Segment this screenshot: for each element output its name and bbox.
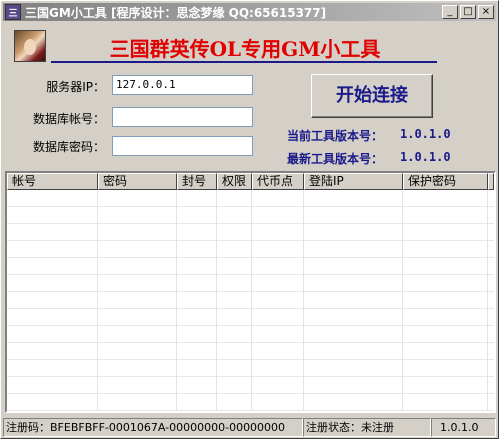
column-header-permission[interactable]: 权限 xyxy=(217,173,252,190)
column-header-ban[interactable]: 封号 xyxy=(177,173,217,190)
account-table[interactable]: 帐号 密码 封号 权限 代币点 登陆IP 保护密码 xyxy=(5,171,496,413)
window-controls: _ □ × xyxy=(440,5,494,19)
column-divider xyxy=(97,190,98,411)
title-bar[interactable]: 三 三国GM小工具 [程序设计：思念梦缘 QQ:65615377] _ □ × xyxy=(3,3,496,21)
table-header: 帐号 密码 封号 权限 代币点 登陆IP 保护密码 xyxy=(7,173,494,190)
db-account-input[interactable] xyxy=(112,107,253,127)
app-icon: 三 xyxy=(5,4,21,20)
connect-button[interactable]: 开始连接 xyxy=(311,74,433,118)
db-password-input[interactable] xyxy=(112,136,253,156)
server-ip-input[interactable]: 127.0.0.1 xyxy=(112,75,253,95)
db-password-label: 数据库密码： xyxy=(32,140,105,154)
column-header-login-ip[interactable]: 登陆IP xyxy=(304,173,403,190)
status-version: 1.0.1.0 xyxy=(431,418,496,437)
column-divider xyxy=(402,190,403,411)
app-heading: 三国群英传OL专用GM小工具 xyxy=(109,37,381,61)
column-header-protect-password[interactable]: 保护密码 xyxy=(403,173,488,190)
column-header-password[interactable]: 密码 xyxy=(98,173,177,190)
avatar xyxy=(14,30,46,62)
column-divider xyxy=(303,190,304,411)
column-divider xyxy=(487,190,488,411)
registration-code: 注册码：BFEBFBFF-0001067A-00000000-00000000 xyxy=(3,418,303,437)
window-title: 三国GM小工具 [程序设计：思念梦缘 QQ:65615377] xyxy=(25,5,327,20)
db-account-label: 数据库帐号： xyxy=(32,112,105,126)
maximize-button[interactable]: □ xyxy=(460,5,476,19)
column-divider xyxy=(251,190,252,411)
column-divider xyxy=(216,190,217,411)
column-divider xyxy=(176,190,177,411)
latest-version-label: 最新工具版本号： xyxy=(287,152,384,166)
table-body[interactable] xyxy=(7,190,494,411)
main-window: 三 三国GM小工具 [程序设计：思念梦缘 QQ:65615377] _ □ × … xyxy=(0,0,499,439)
column-header-filler xyxy=(488,173,494,190)
close-button[interactable]: × xyxy=(478,5,494,19)
heading-divider xyxy=(51,61,437,63)
registration-status: 注册状态：未注册 xyxy=(303,418,431,437)
column-header-tokens[interactable]: 代币点 xyxy=(252,173,304,190)
status-bar: 注册码：BFEBFBFF-0001067A-00000000-00000000 … xyxy=(3,418,496,437)
latest-version-value: 1.0.1.0 xyxy=(400,150,451,164)
current-version-value: 1.0.1.0 xyxy=(400,127,451,141)
current-version-label: 当前工具版本号： xyxy=(287,129,384,143)
minimize-button[interactable]: _ xyxy=(442,5,458,19)
server-ip-label: 服务器IP： xyxy=(46,80,105,94)
column-header-account[interactable]: 帐号 xyxy=(7,173,98,190)
connection-panel: 三国群英传OL专用GM小工具 服务器IP： 127.0.0.1 数据库帐号： 数… xyxy=(5,23,496,169)
